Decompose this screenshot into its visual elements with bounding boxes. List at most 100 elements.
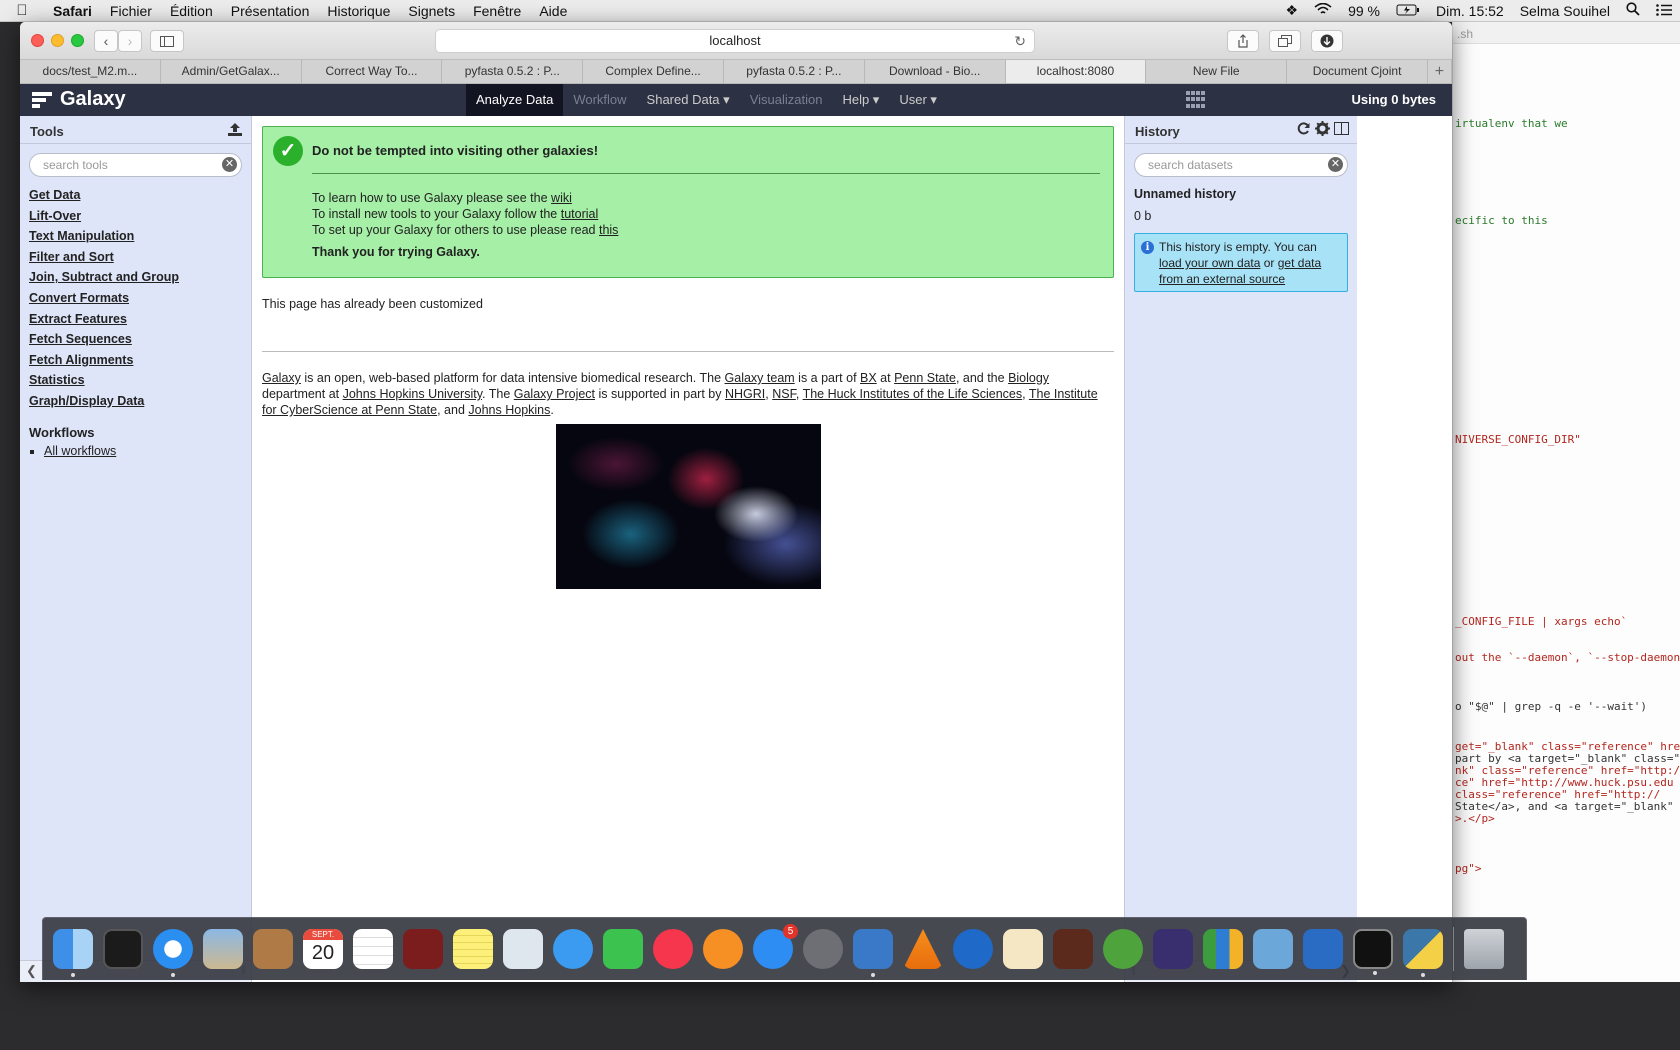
forward-button[interactable]: › [118,30,142,52]
music-icon[interactable] [653,929,693,969]
messages-icon[interactable] [553,929,593,969]
mission-control-icon[interactable] [103,929,143,969]
nav-help[interactable]: Help ▾ [832,84,889,116]
tool-search-input[interactable]: search tools ✕ [29,153,242,177]
galaxy-link[interactable]: Galaxy [262,371,301,385]
facetime-icon[interactable] [603,929,643,969]
numbers-icon[interactable] [1203,929,1243,969]
menu-fichier[interactable]: Fichier [101,3,161,19]
calendar-icon[interactable]: SEPT. 20 [303,929,343,969]
browser-tab[interactable]: docs/test_M2.m... [20,60,161,83]
tool-section-link[interactable]: Statistics [29,373,251,394]
nav-user[interactable]: User ▾ [889,84,947,116]
tool-section-link[interactable]: Filter and Sort [29,250,251,271]
grid-icon[interactable] [1186,91,1206,109]
spotlight-search-icon[interactable] [1618,2,1648,19]
browser-tab[interactable]: New File [1146,60,1288,83]
browser-tab[interactable]: pyfasta 0.5.2 : P... [724,60,865,83]
tool-section-link[interactable]: Fetch Sequences [29,332,251,353]
books-icon[interactable] [703,929,743,969]
nhgri-link[interactable]: NHGRI [725,387,765,401]
close-window-button[interactable] [31,34,44,47]
wiki-link[interactable]: wiki [551,191,572,205]
preview-icon[interactable] [503,929,543,969]
menu-historique[interactable]: Historique [318,3,399,19]
keynote-icon[interactable] [1303,929,1343,969]
sidebar-toggle-button[interactable] [150,30,184,52]
browser-tab[interactable]: Complex Define... [583,60,724,83]
python-icon[interactable] [1403,929,1443,977]
this-link[interactable]: this [599,223,618,237]
back-button[interactable]: ‹ [94,30,118,52]
finder-icon[interactable] [53,929,93,977]
share-button[interactable] [1227,30,1259,52]
browser-tab[interactable]: Download - Bio... [865,60,1006,83]
mail-icon[interactable] [203,929,243,969]
penn-state-link[interactable]: Penn State [894,371,956,385]
show-all-tabs-button[interactable] [1269,30,1301,52]
utilities-icon[interactable] [1253,929,1293,969]
address-bar[interactable]: localhost ↻ [435,29,1035,53]
galaxy-team-link[interactable]: Galaxy team [725,371,795,385]
tool-section-link[interactable]: Graph/Display Data [29,394,251,415]
tool-section-link[interactable]: Join, Subtract and Group [29,270,251,291]
new-tab-icon[interactable]: + [1428,60,1452,83]
browser-tab[interactable]: Admin/GetGalax... [161,60,302,83]
contacts-icon[interactable] [253,929,293,969]
menu-clock[interactable]: Dim. 15:52 [1428,3,1512,19]
columns-icon[interactable] [1334,121,1349,136]
battery-icon[interactable] [1388,3,1428,19]
menu-user-name[interactable]: Selma Souihel [1512,3,1618,19]
xcode-icon[interactable] [853,929,893,977]
tool-section-link[interactable]: Get Data [29,188,251,209]
zoom-window-button[interactable] [71,34,84,47]
apple-menu-icon[interactable]:  [0,2,44,19]
trash-icon[interactable] [1464,929,1504,969]
clear-search-icon[interactable]: ✕ [222,157,237,172]
tool-section-link[interactable]: Convert Formats [29,291,251,312]
downloads-button[interactable] [1311,30,1343,52]
terminal-icon[interactable] [1353,929,1393,975]
photo-booth-icon[interactable] [403,929,443,969]
reminders-icon[interactable] [353,929,393,969]
menu-signets[interactable]: Signets [399,3,464,19]
menu-edition[interactable]: Édition [161,3,222,19]
minimize-window-button[interactable] [51,34,64,47]
dataset-search-input[interactable]: search datasets ✕ [1134,153,1348,177]
nav-visualization[interactable]: Visualization [740,84,833,116]
safari-icon[interactable] [153,929,193,977]
collapse-left-panel-icon[interactable]: ❮ [26,963,37,979]
dictionary-icon[interactable] [1053,929,1093,969]
notes-icon[interactable] [453,929,493,969]
browser-tab[interactable]: Document Cjoint [1287,60,1428,83]
johns-hopkins-link[interactable]: Johns Hopkins [468,403,550,417]
wifi-icon[interactable] [1306,2,1340,19]
vlc-icon[interactable] [903,929,943,969]
biology-link[interactable]: Biology [1008,371,1049,385]
jhu-link[interactable]: Johns Hopkins University [343,387,482,401]
browser-tab[interactable]: pyfasta 0.5.2 : P... [442,60,584,83]
cyberduck-icon[interactable] [953,929,993,969]
menu-presentation[interactable]: Présentation [222,3,319,19]
menu-fenetre[interactable]: Fenêtre [464,3,530,19]
reload-icon[interactable]: ↻ [1014,30,1026,52]
browser-tab[interactable]: Correct Way To... [302,60,443,83]
menu-app-safari[interactable]: Safari [44,3,101,19]
nsf-link[interactable]: NSF [772,387,796,401]
clear-search-icon[interactable]: ✕ [1328,157,1343,172]
history-name[interactable]: Unnamed history [1134,187,1357,201]
tool-section-link[interactable]: Fetch Alignments [29,353,251,374]
menu-aide[interactable]: Aide [530,3,576,19]
upload-icon[interactable] [227,121,243,137]
refresh-icon[interactable] [1296,121,1311,136]
gear-icon[interactable] [1315,121,1330,136]
dropbox-icon[interactable]: ❖ [1278,2,1307,19]
bx-link[interactable]: BX [860,371,877,385]
huck-link[interactable]: The Huck Institutes of the Life Sciences [803,387,1023,401]
nav-shared-data[interactable]: Shared Data ▾ [637,84,740,116]
tool-section-link[interactable]: Text Manipulation [29,229,251,250]
load-own-data-link[interactable]: load your own data [1159,256,1260,270]
utorrent-icon[interactable] [1103,929,1143,969]
galaxy-project-link[interactable]: Galaxy Project [514,387,595,401]
quota-meter[interactable]: Using 0 bytes [1351,84,1436,116]
